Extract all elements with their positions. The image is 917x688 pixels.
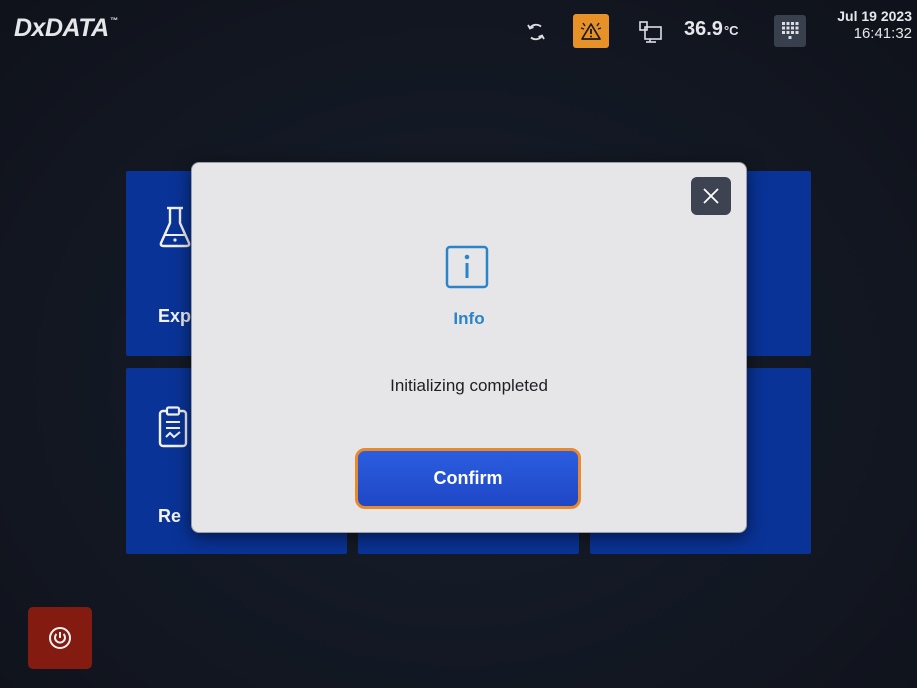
screen: DxDATA™ 36.9°C Jul 19 2023 16:41:32 Exp … [0,0,917,688]
dialog-title: Info [453,309,485,328]
close-button[interactable] [691,177,731,215]
info-icon [445,245,489,289]
info-dialog: Info Initializing completed Confirm [191,162,747,533]
confirm-button[interactable]: Confirm [355,448,581,509]
close-icon [703,188,719,204]
dialog-message: Initializing completed [390,376,548,395]
